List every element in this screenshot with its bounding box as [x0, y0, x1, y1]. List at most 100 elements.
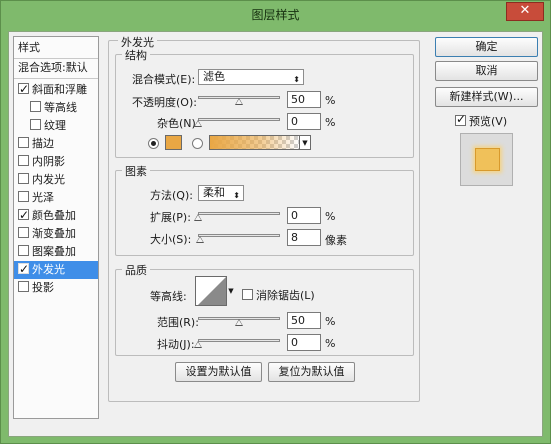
spread-input[interactable]: 0	[287, 207, 321, 224]
percent-unit: %	[325, 116, 336, 129]
noise-slider[interactable]	[198, 118, 280, 121]
range-label: 范围(R):	[157, 316, 199, 329]
title-bar[interactable]: 图层样式 ✕	[1, 1, 550, 27]
quality-title: 品质	[122, 262, 150, 278]
style-checkbox[interactable]	[18, 81, 29, 98]
range-input[interactable]: 50	[287, 312, 321, 329]
size-label: 大小(S):	[150, 233, 192, 246]
style-item-pattern-overlay[interactable]: 图案叠加	[14, 243, 98, 261]
anti-alias-option[interactable]: 消除锯齿(L)	[242, 287, 315, 303]
style-item-contour[interactable]: 等高线	[14, 99, 98, 117]
style-checkbox[interactable]	[30, 119, 41, 130]
styles-header[interactable]: 样式	[14, 39, 98, 57]
contour-label: 等高线:	[150, 290, 187, 303]
preview-label: 预览(V)	[469, 115, 508, 128]
style-checkbox[interactable]	[18, 191, 29, 202]
style-checkbox[interactable]	[18, 155, 29, 166]
style-label: 外发光	[32, 263, 65, 276]
anti-alias-label: 消除锯齿(L)	[256, 289, 315, 302]
style-item-stroke[interactable]: 描边	[14, 135, 98, 153]
preview-option[interactable]: 预览(V)	[455, 112, 508, 129]
style-item-texture[interactable]: 纹理	[14, 117, 98, 135]
chevron-down-icon: ▼	[228, 287, 234, 295]
style-checkbox[interactable]	[30, 101, 41, 112]
divider	[14, 78, 98, 79]
style-label: 描边	[32, 137, 54, 150]
close-icon: ✕	[519, 3, 531, 18]
style-item-inner-shadow[interactable]: 内阴影	[14, 153, 98, 171]
style-item-color-overlay[interactable]: 颜色叠加	[14, 207, 98, 225]
size-input[interactable]: 8	[287, 229, 321, 246]
style-label: 内阴影	[32, 155, 65, 168]
style-preview	[460, 133, 513, 186]
style-item-inner-glow[interactable]: 内发光	[14, 171, 98, 189]
gradient-radio[interactable]	[192, 138, 203, 149]
range-slider-thumb[interactable]	[235, 319, 243, 326]
noise-input[interactable]: 0	[287, 113, 321, 130]
opacity-slider-thumb[interactable]	[235, 98, 243, 105]
structure-title: 结构	[122, 47, 150, 63]
size-slider-thumb[interactable]	[196, 236, 205, 243]
style-item-bevel-emboss[interactable]: 斜面和浮雕	[14, 81, 98, 99]
style-item-outer-glow[interactable]: 外发光	[14, 261, 98, 279]
style-label: 图案叠加	[32, 245, 76, 258]
close-button[interactable]: ✕	[506, 2, 544, 21]
style-item-drop-shadow[interactable]: 投影	[14, 279, 98, 297]
opacity-input[interactable]: 50	[287, 91, 321, 108]
spread-label: 扩展(P):	[150, 211, 191, 224]
cancel-button[interactable]: 取消	[435, 61, 538, 81]
elements-title: 图素	[122, 163, 150, 179]
contour-dropdown[interactable]: ▼	[227, 276, 235, 306]
style-label: 等高线	[44, 101, 77, 114]
size-slider[interactable]	[198, 234, 280, 237]
style-label: 颜色叠加	[32, 209, 76, 222]
blend-mode-select[interactable]: 滤色 ⬍	[198, 69, 304, 85]
reset-default-button[interactable]: 复位为默认值	[268, 362, 355, 382]
technique-select[interactable]: 柔和 ⬍	[198, 185, 244, 201]
style-label: 内发光	[32, 173, 65, 186]
blend-mode-value: 滤色	[203, 70, 225, 83]
contour-picker[interactable]	[195, 276, 227, 306]
make-default-button[interactable]: 设置为默认值	[175, 362, 262, 382]
preview-checkbox[interactable]	[455, 112, 466, 126]
style-item-satin[interactable]: 光泽	[14, 189, 98, 207]
style-label: 纹理	[44, 119, 66, 132]
style-item-gradient-overlay[interactable]: 渐变叠加	[14, 225, 98, 243]
jitter-slider[interactable]	[198, 339, 280, 342]
pixels-unit: 像素	[325, 234, 347, 247]
layer-style-dialog: 图层样式 ✕ 样式 混合选项:默认 斜面和浮雕 等高线 纹理 描边 内阴影	[0, 0, 551, 444]
opacity-label: 不透明度(O):	[132, 96, 197, 109]
spread-slider-thumb[interactable]	[194, 214, 202, 221]
style-checkbox[interactable]	[18, 207, 29, 224]
dialog-title: 图层样式	[251, 8, 300, 22]
jitter-input[interactable]: 0	[287, 334, 321, 351]
style-checkbox[interactable]	[18, 173, 29, 184]
percent-unit: %	[325, 210, 336, 223]
style-checkbox[interactable]	[18, 261, 29, 278]
style-label: 斜面和浮雕	[32, 83, 87, 96]
spread-slider[interactable]	[198, 212, 280, 215]
style-checkbox[interactable]	[18, 245, 29, 256]
style-checkbox[interactable]	[18, 137, 29, 148]
ok-button[interactable]: 确定	[435, 37, 538, 57]
percent-unit: %	[325, 94, 336, 107]
jitter-label: 抖动(J):	[157, 338, 195, 351]
blend-mode-label: 混合模式(E):	[132, 73, 196, 86]
style-checkbox[interactable]	[18, 281, 29, 292]
dialog-body: 样式 混合选项:默认 斜面和浮雕 等高线 纹理 描边 内阴影 内发光	[8, 31, 543, 437]
noise-slider-thumb[interactable]	[194, 120, 202, 127]
gradient-dropdown[interactable]: ▼	[300, 135, 311, 150]
jitter-slider-thumb[interactable]	[194, 341, 202, 348]
updown-arrows-icon: ⬍	[293, 75, 300, 84]
updown-arrows-icon: ⬍	[233, 191, 240, 200]
glow-color-swatch[interactable]	[165, 135, 182, 150]
anti-alias-checkbox[interactable]	[242, 289, 253, 300]
style-label: 光泽	[32, 191, 54, 204]
glow-gradient-picker[interactable]	[209, 135, 300, 150]
solid-color-radio[interactable]	[148, 138, 159, 149]
contour-curve-icon	[198, 277, 226, 305]
style-checkbox[interactable]	[18, 227, 29, 238]
technique-label: 方法(Q):	[150, 189, 193, 202]
blend-options-item[interactable]: 混合选项:默认	[14, 59, 98, 77]
new-style-button[interactable]: 新建样式(W)...	[435, 87, 538, 107]
